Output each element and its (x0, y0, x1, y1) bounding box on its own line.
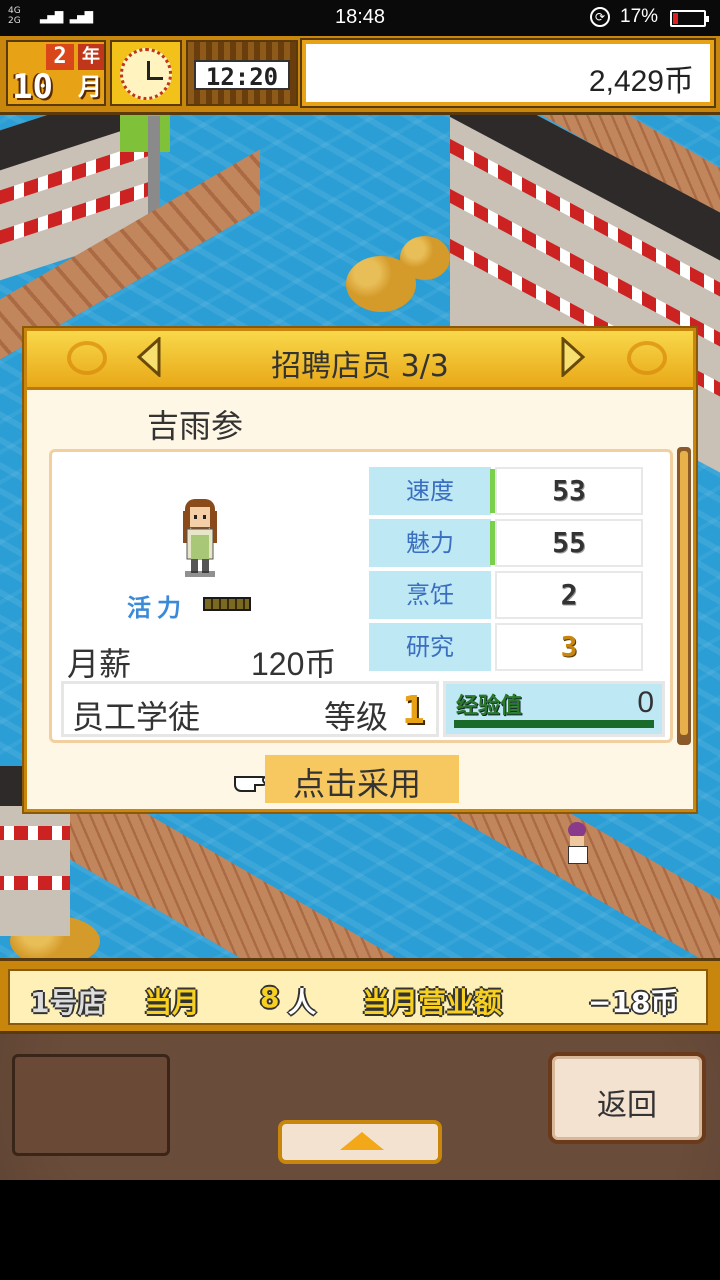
staff-avatar (183, 499, 217, 577)
level-value: 1 (402, 688, 425, 732)
month-value: 10 (12, 67, 53, 107)
experience-box: 经验值 0 (443, 681, 665, 737)
clock-icon (110, 40, 182, 106)
exp-value: 0 (637, 686, 654, 719)
rank-row: 员工学徒 等级 1 (61, 681, 439, 737)
vigor-bar (203, 597, 251, 611)
stat-value: 2 (495, 571, 643, 619)
up-arrow-icon (340, 1132, 384, 1150)
tree (400, 236, 450, 280)
store-number: 1号店 (30, 986, 106, 1019)
person-icon: 人 (288, 986, 317, 1019)
stat-label: 研究 (369, 623, 491, 671)
top-hud: 2 年 10 月 12:20 2,429币 (0, 36, 720, 115)
stat-row-charm: 魅力 55 (369, 519, 645, 567)
exp-label: 经验值 (456, 694, 523, 719)
menu-slot[interactable] (12, 1054, 170, 1156)
grass-patch (120, 112, 170, 152)
stat-row-cooking: 烹饪 2 (369, 571, 645, 619)
level-label: 等级 (324, 698, 389, 736)
month-label: 当月 (144, 986, 201, 1019)
stat-value: 53 (495, 467, 643, 515)
staff-name: 吉雨参 (147, 407, 244, 445)
hire-button[interactable]: 点击采用 (265, 755, 459, 803)
customer-count: 8 (260, 981, 280, 1014)
status-bar: 4G 2G ▂▄▆ ▂▄▆ 18:48 ⟳ 17% (0, 0, 720, 36)
battery-percent: 17% (620, 6, 659, 27)
stat-label: 烹饪 (369, 571, 491, 619)
staff-role: 员工学徒 (72, 698, 201, 736)
stat-value: 3 (495, 623, 643, 671)
stat-label: 速度 (369, 467, 495, 515)
battery-icon (670, 10, 709, 27)
back-button-label: 返回 (597, 1088, 657, 1123)
game-time: 12:20 (194, 60, 290, 91)
system-nav-area (0, 1180, 720, 1280)
game-time-panel: 12:20 (186, 40, 298, 106)
store-info-bar: 1号店 当月 8 人 当月营业额 −18币 (0, 958, 720, 1034)
stat-value: 55 (495, 519, 643, 567)
salary-value: 120币 (251, 646, 337, 682)
back-button[interactable]: 返回 (548, 1052, 706, 1144)
stat-label: 魅力 (369, 519, 495, 567)
month-unit: 月 (78, 73, 102, 101)
money-panel: 2,429币 (300, 38, 716, 108)
rotation-lock-icon: ⟳ (590, 7, 610, 27)
customer-character[interactable] (564, 822, 590, 868)
stat-row-research: 研究 3 (369, 623, 645, 671)
bottom-menu: 返回 (0, 1034, 720, 1180)
dialog-title: 招聘店员 3/3 (271, 349, 449, 384)
date-panel: 2 年 10 月 (6, 40, 106, 106)
status-time: 18:48 (334, 6, 386, 28)
revenue-value: −18币 (588, 986, 679, 1019)
dialog-scrollbar[interactable] (677, 447, 691, 745)
salary-label: 月薪 (67, 645, 132, 683)
hire-button-label: 点击采用 (293, 765, 422, 803)
money-value: 2,429币 (588, 65, 694, 98)
dialog-header: 招聘店员 3/3 (27, 331, 693, 390)
year-unit: 年 (78, 44, 104, 70)
revenue-label: 当月营业额 (362, 986, 503, 1019)
expand-menu-button[interactable] (278, 1120, 442, 1164)
hire-staff-dialog: 招聘店员 3/3 吉雨参 活力 月薪 120币 速度 53 魅力 55 烹饪 2… (24, 328, 696, 812)
exp-bar (454, 720, 654, 728)
stat-row-speed: 速度 53 (369, 467, 645, 515)
next-arrow-icon[interactable] (559, 337, 587, 377)
vigor-label: 活力 (127, 594, 187, 622)
